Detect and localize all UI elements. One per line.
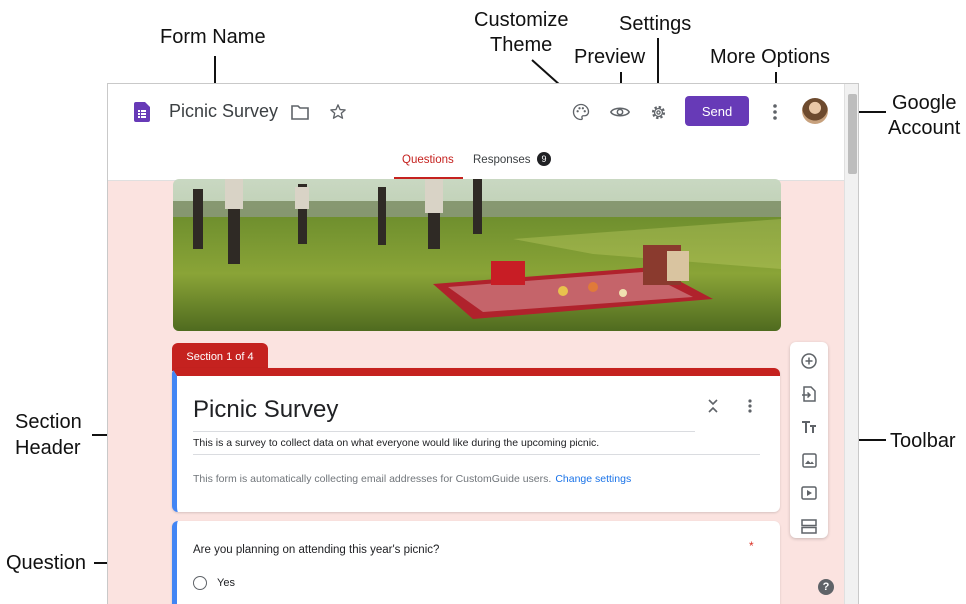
add-image-icon[interactable] [799, 450, 819, 470]
add-question-icon[interactable] [799, 351, 819, 371]
label-customize-theme-line1: Customize [474, 9, 569, 31]
more-options-icon[interactable] [765, 101, 785, 123]
scrollbar-thumb[interactable] [848, 94, 857, 174]
label-section-header-line1: Section [15, 411, 82, 433]
option-label-yes: Yes [217, 577, 235, 589]
form-name[interactable]: Picnic Survey [169, 101, 278, 122]
top-bar: Picnic Survey Send [108, 84, 844, 144]
required-asterisk: * [749, 539, 754, 553]
question-card[interactable]: Are you planning on attending this year'… [172, 521, 780, 604]
floating-toolbar [790, 342, 828, 538]
tab-responses[interactable]: Responses [473, 154, 531, 166]
scrollbar[interactable] [844, 84, 858, 604]
tab-questions[interactable]: Questions [402, 154, 454, 166]
import-questions-icon[interactable] [799, 384, 819, 404]
label-toolbar: Toolbar [890, 430, 956, 452]
add-section-icon[interactable] [799, 516, 819, 536]
section-header-card[interactable]: Picnic Survey This is a survey to collec… [172, 368, 780, 512]
section-indicator-tab: Section 1 of 4 [172, 343, 268, 371]
star-icon[interactable] [327, 101, 349, 123]
radio-option-yes[interactable] [193, 576, 207, 590]
question-title[interactable]: Are you planning on attending this year'… [193, 544, 439, 556]
header-image [173, 179, 781, 331]
responses-count-badge: 9 [537, 152, 551, 166]
section-title[interactable]: Picnic Survey [193, 396, 338, 424]
send-button[interactable]: Send [685, 96, 749, 126]
label-settings: Settings [619, 13, 692, 35]
section-description-underline [193, 454, 760, 455]
forms-window: Picnic Survey Send Questions Responses 9 [107, 83, 859, 604]
palette-icon[interactable] [570, 101, 592, 123]
section-more-options-icon[interactable] [743, 398, 757, 414]
label-question: Question [6, 552, 87, 574]
leader-form-name [214, 56, 216, 83]
gear-icon[interactable] [647, 101, 669, 123]
label-more-options: More Options [710, 46, 831, 68]
section-description[interactable]: This is a survey to collect data on what… [193, 437, 599, 449]
tabs-bar: Questions Responses 9 [108, 144, 844, 181]
label-google-account-line1: Google [892, 92, 957, 114]
label-preview: Preview [574, 46, 646, 68]
collapse-icon[interactable] [705, 398, 721, 414]
label-form-name: Form Name [160, 26, 266, 48]
eye-icon[interactable] [609, 101, 631, 123]
avatar[interactable] [802, 98, 828, 124]
add-video-icon[interactable] [799, 483, 819, 503]
folder-icon[interactable] [290, 102, 310, 122]
email-collection-note: This form is automatically collecting em… [193, 473, 631, 485]
email-collection-text: This form is automatically collecting em… [193, 473, 552, 485]
section-title-underline [193, 431, 695, 432]
change-settings-link[interactable]: Change settings [555, 473, 631, 485]
google-forms-icon[interactable] [134, 102, 150, 122]
label-google-account-line2: Account [888, 117, 961, 139]
add-title-icon[interactable] [799, 417, 819, 437]
label-section-header-line2: Header [15, 437, 81, 459]
help-icon[interactable]: ? [818, 579, 834, 595]
label-customize-theme-line2: Theme [490, 34, 553, 56]
